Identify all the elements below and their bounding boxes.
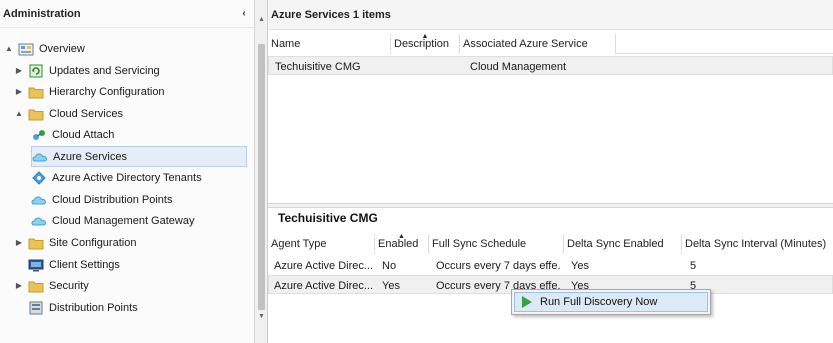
cell-agent-type: Azure Active Direc... [274,279,374,292]
nav-title: Administration [3,7,81,20]
list-column-header-row: Name ▲ Description Associated Azure Serv… [268,33,833,54]
folder-icon [28,279,44,293]
aad-tenant-icon [31,170,47,185]
context-menu: Run Full Discovery Now [511,289,711,315]
run-full-discovery-now-menu-item[interactable]: Run Full Discovery Now [514,292,708,312]
tree-item-azure-services[interactable]: Azure Services [31,146,247,167]
details-column-header-row: Agent Type ▲ Enabled Full Sync Schedule … [268,233,833,254]
cloud-icon [32,150,48,164]
expand-arrow-icon[interactable]: ▶ [13,66,25,75]
tree-item-label: Azure Active Directory Tenants [52,171,202,184]
collapse-arrow-icon[interactable]: ▲ [3,44,15,53]
column-header-full-sync-schedule[interactable]: Full Sync Schedule [429,234,564,254]
pane-splitter[interactable] [268,203,833,208]
column-header-name[interactable]: Name [268,34,391,54]
tree-item-cloud-attach[interactable]: Cloud Attach [31,124,114,145]
cell-full-sync-schedule: Occurs every 7 days effe... [436,259,560,272]
tree-item-cloud-distribution-points[interactable]: Cloud Distribution Points [31,189,172,210]
scroll-thumb[interactable] [258,44,265,310]
cell-service: Cloud Management [470,60,567,73]
cell-enabled: No [382,259,397,272]
expand-arrow-icon[interactable]: ▶ [13,281,25,290]
tree-item-label: Security [49,279,89,292]
tree-item-label: Cloud Attach [52,128,115,141]
tree-item-label: Cloud Distribution Points [52,193,173,206]
column-header-label: Full Sync Schedule [432,238,527,250]
client-settings-icon [28,258,44,272]
tree-item-cloud-services[interactable]: ▲ Cloud Services [13,103,123,124]
tree-item-label: Cloud Services [49,107,123,120]
tree-item-cloud-management-gateway[interactable]: Cloud Management Gateway [31,210,194,231]
tree-item-label: Hierarchy Configuration [49,85,165,98]
column-header-delta-sync-interval[interactable]: Delta Sync Interval (Minutes) [682,234,833,254]
tree-item-security[interactable]: ▶ Security [13,275,89,296]
navigation-pane: Administration ‹ ▲ Overview ▶ Updates and S… [0,0,255,343]
nav-scrollbar[interactable]: ▲ ▼ [255,0,268,343]
column-header-label: Associated Azure Service [463,38,588,50]
tree-item-label: Cloud Management Gateway [52,214,195,227]
overview-icon [18,42,34,56]
column-header-label: Delta Sync Enabled [567,238,664,250]
expand-arrow-icon[interactable]: ▶ [13,238,25,247]
folder-icon [28,236,44,250]
cloud-attach-icon [31,128,47,142]
cell-agent-type: Azure Active Direc... [274,259,374,272]
table-row[interactable]: Azure Active Direc... No Occurs every 7 … [268,256,833,275]
tree-item-label: Site Configuration [49,236,137,249]
tree-item-distribution-points[interactable]: Distribution Points [13,297,138,318]
folder-icon [28,107,44,121]
tree-item-azure-active-directory-tenants[interactable]: Azure Active Directory Tenants [31,167,202,188]
folder-icon [28,85,44,99]
sort-ascending-icon: ▲ [421,33,429,40]
cell-enabled: Yes [382,279,400,292]
column-header-label: Agent Type [271,238,327,250]
tree-item-updates-and-servicing[interactable]: ▶ Updates and Servicing [13,60,160,81]
menu-item-label: Run Full Discovery Now [540,296,658,308]
tree-item-label: Client Settings [49,258,120,271]
list-header: Azure Services 1 items [268,0,833,30]
cloud-icon [31,214,47,228]
column-header-delta-sync-enabled[interactable]: Delta Sync Enabled [564,234,682,254]
table-row[interactable]: Techuisitive CMG Cloud Management [268,56,833,75]
cloud-icon [31,193,47,207]
cell-name: Techuisitive CMG [275,60,361,73]
tree-item-label: Distribution Points [49,301,138,314]
collapse-arrow-icon[interactable]: ▲ [13,109,25,118]
collapse-pane-icon[interactable]: ‹ [238,8,250,19]
tree-item-site-configuration[interactable]: ▶ Site Configuration [13,232,136,253]
cell-delta-sync-interval: 5 [690,259,697,272]
column-header-enabled[interactable]: ▲ Enabled [375,233,429,254]
distribution-points-icon [28,301,44,315]
scroll-down-arrow-icon[interactable]: ▼ [258,313,265,320]
sort-ascending-icon: ▲ [398,233,405,240]
tree-item-label: Azure Services [53,150,127,163]
play-icon [522,296,532,308]
column-header-associated-azure-service[interactable]: Associated Azure Service [460,34,616,54]
column-header-label: Delta Sync Interval (Minutes) [685,238,827,250]
navigation-tree: ▲ Overview ▶ Updates and Servicing ▶ Hierarch… [0,28,254,343]
cell-delta-sync-enabled: Yes [571,259,589,272]
tree-item-label: Updates and Servicing [49,64,160,77]
scroll-up-arrow-icon[interactable]: ▲ [258,16,265,23]
details-title: Techuisitive CMG [278,211,378,225]
expand-arrow-icon[interactable]: ▶ [13,87,25,96]
column-header-description[interactable]: ▲ Description [391,33,460,54]
tree-item-label: Overview [39,42,85,55]
nav-header: Administration ‹ [0,0,254,28]
column-header-label: Name [271,38,301,50]
updates-servicing-icon [28,64,44,78]
column-header-agent-type[interactable]: Agent Type [268,234,375,254]
tree-item-hierarchy-configuration[interactable]: ▶ Hierarchy Configuration [13,81,165,102]
tree-item-client-settings[interactable]: Client Settings [13,254,120,275]
tree-item-overview[interactable]: ▲ Overview [3,38,85,59]
